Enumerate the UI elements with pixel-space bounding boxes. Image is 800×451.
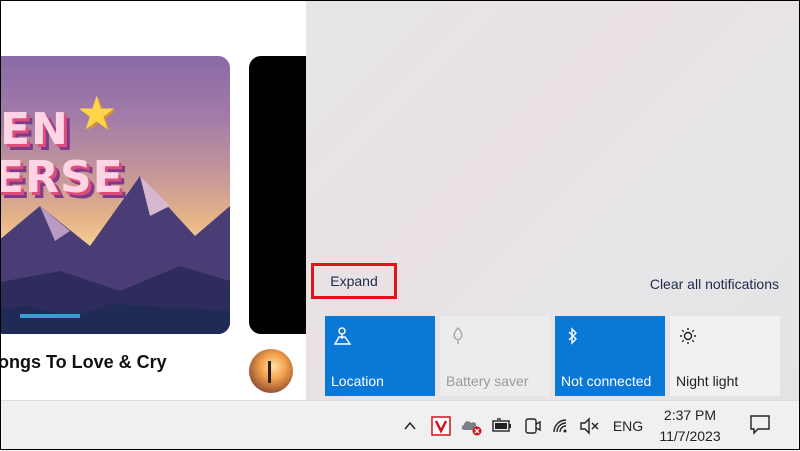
action-center: Expand Clear all notifications Location … xyxy=(306,0,800,400)
clock-date: 11/7/2023 xyxy=(659,428,721,444)
playlist-title[interactable]: ongs To Love & Cry xyxy=(0,352,167,373)
wifi-icon xyxy=(551,417,571,435)
bluetooth-icon xyxy=(563,326,583,351)
taskbar: ENG 2:37 PM 11/7/2023 xyxy=(0,400,800,451)
battery-saver-icon xyxy=(448,326,468,351)
chevron-up-icon xyxy=(402,418,418,434)
clock-time: 2:37 PM xyxy=(663,407,717,423)
notification-icon xyxy=(749,413,771,440)
clear-all-notifications-link[interactable]: Clear all notifications xyxy=(650,276,779,292)
volume-tray-button[interactable] xyxy=(577,401,603,451)
playlist-cover-2[interactable] xyxy=(249,56,306,334)
antivirus-icon xyxy=(431,416,451,436)
avatar[interactable] xyxy=(249,349,293,393)
tile-location[interactable]: Location xyxy=(325,316,435,396)
tile-label: Battery saver xyxy=(446,373,529,389)
volume-muted-icon xyxy=(579,417,601,435)
tile-label: Night light xyxy=(676,373,739,389)
network-tray-button[interactable] xyxy=(549,401,573,451)
battery-tray-button[interactable] xyxy=(489,401,515,451)
tile-night-light[interactable]: Night light xyxy=(670,316,780,396)
battery-icon xyxy=(491,418,513,434)
meet-now-icon xyxy=(522,416,542,436)
cover-logo-bottom: ERSE xyxy=(0,152,124,203)
show-hidden-icons-button[interactable] xyxy=(398,401,422,451)
meet-now-tray-button[interactable] xyxy=(520,401,544,451)
tile-label: Location xyxy=(331,373,384,389)
action-center-button[interactable] xyxy=(740,401,780,451)
cover-logo-top: EN xyxy=(0,104,69,155)
tile-bluetooth[interactable]: Not connected xyxy=(555,316,665,396)
tile-battery-saver[interactable]: Battery saver xyxy=(440,316,550,396)
onedrive-tray-button[interactable] xyxy=(458,401,486,451)
clock[interactable]: 2:37 PM 11/7/2023 xyxy=(652,405,728,447)
background-app: ★ EN ERSE ongs To Love & Cry xyxy=(0,0,306,400)
language-indicator[interactable]: ENG xyxy=(608,401,648,451)
onedrive-error-icon xyxy=(460,416,484,436)
night-light-icon xyxy=(678,326,698,351)
expand-button[interactable]: Expand xyxy=(311,263,397,299)
tile-label: Not connected xyxy=(561,373,652,389)
antivirus-tray-button[interactable] xyxy=(428,401,454,451)
cover-logo: EN ERSE xyxy=(0,106,230,202)
playlist-cover[interactable]: ★ EN ERSE xyxy=(0,56,230,334)
location-icon xyxy=(333,326,353,351)
